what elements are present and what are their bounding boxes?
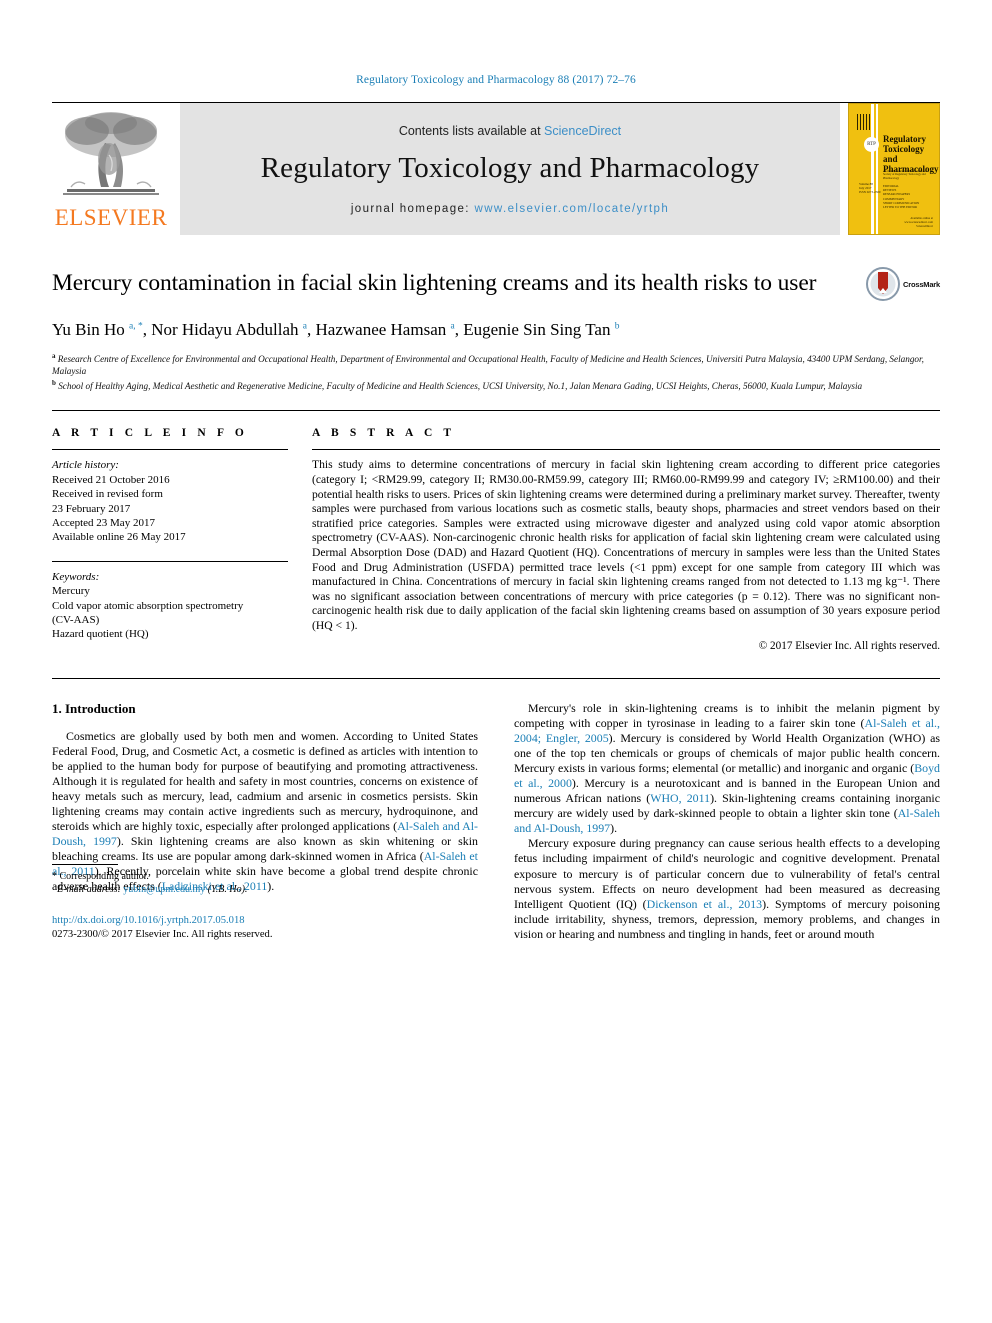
reference-link[interactable]: Al-Saleh and Al-Doush, 1997	[52, 819, 478, 848]
paper-page: Regulatory Toxicology and Pharmacology 8…	[0, 0, 992, 1323]
homepage-prefix: journal homepage:	[350, 202, 475, 215]
email-note: E-mail address: yubin@upm.edu.my (Y.B. H…	[52, 883, 478, 896]
reference-link[interactable]: WHO, 2011	[650, 791, 710, 805]
authors-text: Yu Bin Ho a, *, Nor Hidayu Abdullah a, H…	[52, 319, 620, 339]
author-email-link[interactable]: yubin@upm.edu.my	[123, 884, 205, 895]
abstract-column: A B S T R A C T This study aims to deter…	[312, 427, 940, 652]
doi-link[interactable]: http://dx.doi.org/10.1016/j.yrtph.2017.0…	[52, 915, 245, 926]
history-item-1: Received in revised form	[52, 488, 163, 501]
cover-volume: Volume 88 July 2017 ISSN 0273-2300	[859, 182, 881, 194]
section-title-introduction: 1. Introduction	[52, 700, 136, 716]
footnote-rule	[52, 864, 118, 866]
history-item-2: 23 February 2017	[52, 502, 131, 515]
history-item-3: Accepted 23 May 2017	[52, 517, 155, 530]
info-abstract-section: A R T I C L E I N F O Article history: R…	[52, 410, 940, 652]
email-suffix: (Y.B. Ho).	[207, 884, 248, 896]
reference-link[interactable]: Boyd et al., 2000	[514, 761, 940, 790]
crossmark-icon	[866, 267, 901, 301]
affiliation-a: a Research Centre of Excellence for Envi…	[52, 350, 940, 377]
doi-block: http://dx.doi.org/10.1016/j.yrtph.2017.0…	[52, 910, 478, 942]
contents-prefix: Contents lists available at	[398, 123, 545, 138]
cover-rtp-badge: RTP	[864, 137, 879, 152]
history-item-0: Received 21 October 2016	[52, 473, 170, 486]
article-history-label: Article history:	[52, 459, 119, 472]
body-section: 1. Introduction Cosmetics are globally u…	[52, 677, 940, 943]
reference-link[interactable]: Al-Saleh et al., 2004; Engler, 2005	[514, 716, 940, 745]
abstract-text: This study aims to determine concentrati…	[312, 458, 940, 632]
abstract-heading: A B S T R A C T	[312, 427, 456, 440]
page-title: Mercury contamination in facial skin lig…	[52, 270, 817, 296]
journal-homepage-line: journal homepage: www.elsevier.com/locat…	[351, 203, 669, 215]
keywords-block: Keywords: Mercury Cold vapor atomic abso…	[52, 560, 288, 642]
affiliation-text-a: Research Centre of Excellence for Enviro…	[52, 353, 924, 376]
history-item-4: Available online 26 May 2017	[52, 531, 186, 544]
keyword-1: Cold vapor atomic absorption spectrometr…	[52, 599, 244, 612]
elsevier-wordmark: ELSEVIER	[54, 205, 168, 230]
cover-footer: Available online at www.sciencedirect.com…	[904, 216, 933, 228]
article-info-heading: A R T I C L E I N F O	[52, 427, 248, 440]
affiliation-marker-a: a	[52, 351, 56, 360]
body-column-left: 1. Introduction Cosmetics are globally u…	[52, 701, 478, 943]
affiliation-b: b School of Healthy Aging, Medical Aesth…	[52, 377, 940, 392]
keyword-0: Mercury	[52, 585, 90, 598]
article-info-column: A R T I C L E I N F O Article history: R…	[52, 427, 288, 651]
cover-subtitle: An Official Journal of the International…	[883, 170, 927, 180]
affiliation-marker-b: b	[52, 379, 56, 388]
author-list: Yu Bin Ho a, *, Nor Hidayu Abdullah a, H…	[52, 316, 940, 340]
body-paragraph: Mercury's role in skin-lightening creams…	[514, 700, 941, 836]
contents-available-line: Contents lists available at ScienceDirec…	[399, 124, 621, 138]
cover-title: Regulatory Toxicology and Pharmacology	[883, 134, 939, 174]
crossmark-badge[interactable]: CrossMark	[866, 267, 940, 301]
affiliations: a Research Centre of Excellence for Envi…	[52, 350, 940, 393]
corresponding-author-note: * Corresponding author.	[52, 871, 149, 883]
keyword-3: Hazard quotient (HQ)	[52, 628, 149, 641]
reference-link[interactable]: Dickenson et al., 2013	[647, 897, 762, 911]
journal-cover-thumbnail: RTP Regulatory Toxicology and Pharmacolo…	[848, 103, 940, 235]
article-info-rule	[52, 449, 288, 451]
title-block: Mercury contamination in facial skin lig…	[52, 267, 940, 393]
cover-stripe-right	[876, 104, 878, 234]
body-column-right: Mercury's role in skin-lightening creams…	[514, 701, 940, 943]
body-paragraph: Mercury exposure during pregnancy can ca…	[514, 836, 940, 941]
footnote-zone: * Corresponding author. E-mail address: …	[52, 864, 478, 942]
keyword-2: (CV-AAS)	[52, 614, 100, 627]
keywords-rule	[52, 560, 288, 562]
abstract-copyright: © 2017 Elsevier Inc. All rights reserved…	[758, 639, 940, 652]
journal-title: Regulatory Toxicology and Pharmacology	[260, 151, 760, 184]
crossmark-label: CrossMark	[903, 279, 940, 289]
sciencedirect-link[interactable]: ScienceDirect	[544, 124, 621, 138]
elsevier-logo: ELSEVIER	[52, 103, 170, 235]
reference-link[interactable]: Al-Saleh and Al-Doush, 1997	[514, 806, 940, 835]
journal-header: ELSEVIER Contents lists available at Sci…	[52, 102, 940, 235]
affiliation-text-b: School of Healthy Aging, Medical Aesthet…	[58, 381, 863, 392]
email-label: E-mail address:	[57, 884, 121, 896]
running-head: Regulatory Toxicology and Pharmacology 8…	[356, 74, 636, 86]
cover-contents-list: EDITORIAL REVIEWS RESEARCH PAPERS COMMENTAR…	[883, 184, 920, 210]
cover-stripe-left	[871, 104, 874, 234]
abstract-rule	[312, 449, 940, 451]
journal-band: Contents lists available at ScienceDirec…	[180, 103, 840, 235]
issn-copyright-line: 0273-2300/© 2017 Elsevier Inc. All right…	[52, 929, 273, 941]
elsevier-tree-icon	[63, 112, 159, 195]
homepage-url[interactable]: www.elsevier.com/locate/yrtph	[475, 203, 670, 215]
keywords-label: Keywords:	[52, 570, 100, 583]
